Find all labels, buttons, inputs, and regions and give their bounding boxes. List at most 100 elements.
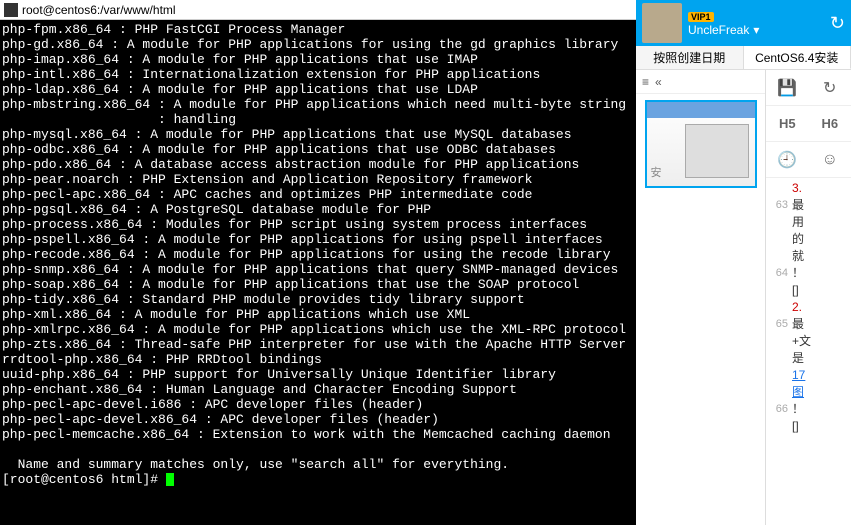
heading5-button[interactable]: H5 [779, 116, 796, 131]
terminal-line: rrdtool-php.x86_64 : PHP RRDtool binding… [2, 352, 634, 367]
line-number [770, 367, 792, 384]
note-row: 2. [770, 299, 847, 316]
note-text: 是 [792, 350, 847, 367]
note-text: 17 [792, 367, 847, 384]
tab-sort-by-date[interactable]: 按照创建日期 [636, 46, 744, 69]
tab-strip: 按照创建日期 CentOS6.4安装 [636, 46, 851, 70]
note-row: 66！ [770, 401, 847, 418]
note-row: +文 [770, 333, 847, 350]
note-text: [] [792, 282, 847, 299]
tab-centos[interactable]: CentOS6.4安装 [744, 46, 851, 69]
terminal-line: php-pecl-memcache.x86_64 : Extension to … [2, 427, 634, 442]
line-number [770, 418, 792, 435]
terminal-line: php-xml.x86_64 : A module for PHP applic… [2, 307, 634, 322]
save-button[interactable]: 💾 [766, 78, 809, 98]
terminal-line: php-mbstring.x86_64 : A module for PHP a… [2, 97, 634, 112]
note-text: 最 [792, 197, 847, 214]
note-row: 64！ [770, 265, 847, 282]
line-number [770, 248, 792, 265]
note-text: 图 [792, 384, 847, 401]
list-icon[interactable]: ≡ [642, 75, 649, 89]
terminal-line [2, 442, 634, 457]
note-row: 就 [770, 248, 847, 265]
terminal-line: php-soap.x86_64 : A module for PHP appli… [2, 277, 634, 292]
terminal-line: php-imap.x86_64 : A module for PHP appli… [2, 52, 634, 67]
terminal-line: Name and summary matches only, use "sear… [2, 457, 634, 472]
terminal-line: php-snmp.x86_64 : A module for PHP appli… [2, 262, 634, 277]
terminal-line: php-fpm.x86_64 : PHP FastCGI Process Man… [2, 22, 634, 37]
note-row: 17 [770, 367, 847, 384]
terminal-line: php-intl.x86_64 : Internationalization e… [2, 67, 634, 82]
note-text: 最 [792, 316, 847, 333]
chevron-down-icon[interactable]: ▾ [753, 23, 759, 37]
collapse-icon[interactable]: « [655, 75, 662, 89]
terminal-line: php-process.x86_64 : Modules for PHP scr… [2, 217, 634, 232]
terminal-line: php-tidy.x86_64 : Standard PHP module pr… [2, 292, 634, 307]
line-number: 65 [770, 316, 792, 333]
line-number [770, 384, 792, 401]
note-row: 的 [770, 231, 847, 248]
terminal-line: : handling [2, 112, 634, 127]
terminal-line: php-zts.x86_64 : Thread-safe PHP interpr… [2, 337, 634, 352]
terminal-line: php-xmlrpc.x86_64 : A module for PHP app… [2, 322, 634, 337]
terminal-line: php-pecl-apc-devel.x86_64 : APC develope… [2, 412, 634, 427]
terminal-line: uuid-php.x86_64 : PHP support for Univer… [2, 367, 634, 382]
line-number [770, 180, 792, 197]
terminal-line: php-pspell.x86_64 : A module for PHP app… [2, 232, 634, 247]
line-number [770, 282, 792, 299]
note-text: +文 [792, 333, 847, 350]
line-number [770, 299, 792, 316]
note-row: 是 [770, 350, 847, 367]
terminal-line: php-mysql.x86_64 : A module for PHP appl… [2, 127, 634, 142]
clock-icon[interactable]: 🕘 [766, 150, 809, 170]
refresh-icon[interactable]: ↻ [830, 13, 845, 34]
note-text: 就 [792, 248, 847, 265]
terminal-line: php-recode.x86_64 : A module for PHP app… [2, 247, 634, 262]
line-number [770, 214, 792, 231]
page-thumbnail[interactable]: 安 [645, 100, 757, 188]
editor-column: 💾 ↻ H5 H6 🕘 ☺ 3.63最用的就64！[]2.65最+文是17图66… [766, 70, 851, 525]
note-row: 图 [770, 384, 847, 401]
note-row: [] [770, 418, 847, 435]
terminal-line: php-pecl-apc-devel.i686 : APC developer … [2, 397, 634, 412]
line-number: 64 [770, 265, 792, 282]
right-panel: VIP1 UncleFreak ▾ ↻ 按照创建日期 CentOS6.4安装 ≡… [636, 0, 851, 525]
note-text: ！ [792, 401, 847, 418]
line-number: 66 [770, 401, 792, 418]
thumbnail-label: 安 [651, 164, 662, 180]
line-number [770, 333, 792, 350]
smile-icon[interactable]: ☺ [809, 151, 851, 169]
terminal-line: php-odbc.x86_64 : A module for PHP appli… [2, 142, 634, 157]
line-number [770, 231, 792, 248]
avatar[interactable] [642, 3, 682, 43]
terminal-line: php-pear.noarch : PHP Extension and Appl… [2, 172, 634, 187]
note-text: 用 [792, 214, 847, 231]
line-number: 63 [770, 197, 792, 214]
thumbnail-sidebar: ≡ « 安 [636, 70, 766, 525]
note-text: ！ [792, 265, 847, 282]
note-text: [] [792, 418, 847, 435]
terminal-line: php-pecl-apc.x86_64 : APC caches and opt… [2, 187, 634, 202]
note-row: 63最 [770, 197, 847, 214]
terminal-line: php-pgsql.x86_64 : A PostgreSQL database… [2, 202, 634, 217]
terminal-line: php-pdo.x86_64 : A database access abstr… [2, 157, 634, 172]
window-title: root@centos6:/var/www/html [22, 3, 176, 17]
vip-badge: VIP1 [688, 12, 714, 22]
terminal-line: [root@centos6 html]# [2, 472, 634, 487]
user-header: VIP1 UncleFreak ▾ ↻ [636, 0, 851, 46]
terminal-line: php-ldap.x86_64 : A module for PHP appli… [2, 82, 634, 97]
note-text: 2. [792, 299, 847, 316]
note-text: 的 [792, 231, 847, 248]
note-text: 3. [792, 180, 847, 197]
redo-button[interactable]: ↻ [809, 78, 851, 98]
notes-list[interactable]: 3.63最用的就64！[]2.65最+文是17图66！[] [766, 178, 851, 525]
terminal-output[interactable]: php-fpm.x86_64 : PHP FastCGI Process Man… [0, 20, 636, 525]
line-number [770, 350, 792, 367]
note-row: 65最 [770, 316, 847, 333]
note-row: 用 [770, 214, 847, 231]
terminal-line: php-enchant.x86_64 : Human Language and … [2, 382, 634, 397]
note-row: [] [770, 282, 847, 299]
username[interactable]: UncleFreak [688, 23, 749, 37]
terminal-icon [4, 3, 18, 17]
heading6-button[interactable]: H6 [821, 116, 838, 131]
